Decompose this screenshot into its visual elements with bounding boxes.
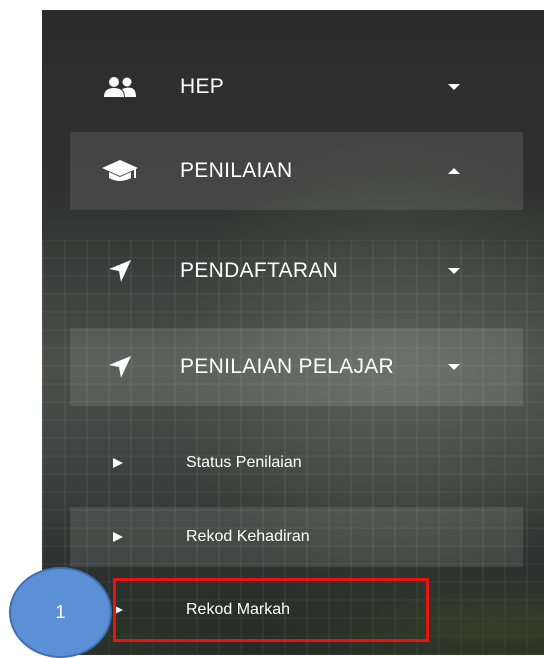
graduation-cap-icon (100, 156, 140, 186)
menu-item-hep[interactable]: HEP (70, 48, 523, 126)
caret-down-icon (448, 364, 460, 370)
triangle-right-icon (113, 605, 123, 615)
sub-item-label: Status Penilaian (186, 454, 302, 471)
menu-item-penilaian-pelajar[interactable]: PENILAIAN PELAJAR (70, 328, 523, 406)
step-number-badge: 1 (9, 567, 112, 658)
sub-item-label: Rekod Markah (186, 601, 291, 618)
users-icon (100, 72, 140, 102)
menu-item-pendaftaran[interactable]: PENDAFTARAN (70, 232, 523, 310)
location-arrow-icon (100, 256, 140, 286)
caret-down-icon (448, 84, 460, 90)
sub-item-rekod-kehadiran[interactable]: Rekod Kehadiran (70, 507, 523, 567)
menu-item-label: PENILAIAN PELAJAR (180, 355, 395, 378)
caret-down-icon (448, 268, 460, 274)
sub-item-rekod-markah[interactable]: Rekod Markah (70, 580, 523, 640)
sub-item-status-penilaian[interactable]: Status Penilaian (70, 433, 523, 493)
menu-item-label: HEP (180, 75, 225, 98)
menu-item-penilaian[interactable]: PENILAIAN (70, 132, 523, 210)
menu-item-label: PENDAFTARAN (180, 259, 339, 282)
sidebar-menu: HEP PENILAIAN PENDAFTARAN PENILAIAN PELA… (42, 10, 544, 655)
triangle-right-icon (113, 458, 123, 468)
sub-item-label: Rekod Kehadiran (186, 528, 310, 545)
location-arrow-icon (100, 352, 140, 382)
triangle-right-icon (113, 532, 123, 542)
caret-up-icon (448, 168, 460, 174)
menu-item-label: PENILAIAN (180, 159, 293, 182)
screenshot-stage: HEP PENILAIAN PENDAFTARAN PENILAIAN PELA… (0, 0, 544, 658)
